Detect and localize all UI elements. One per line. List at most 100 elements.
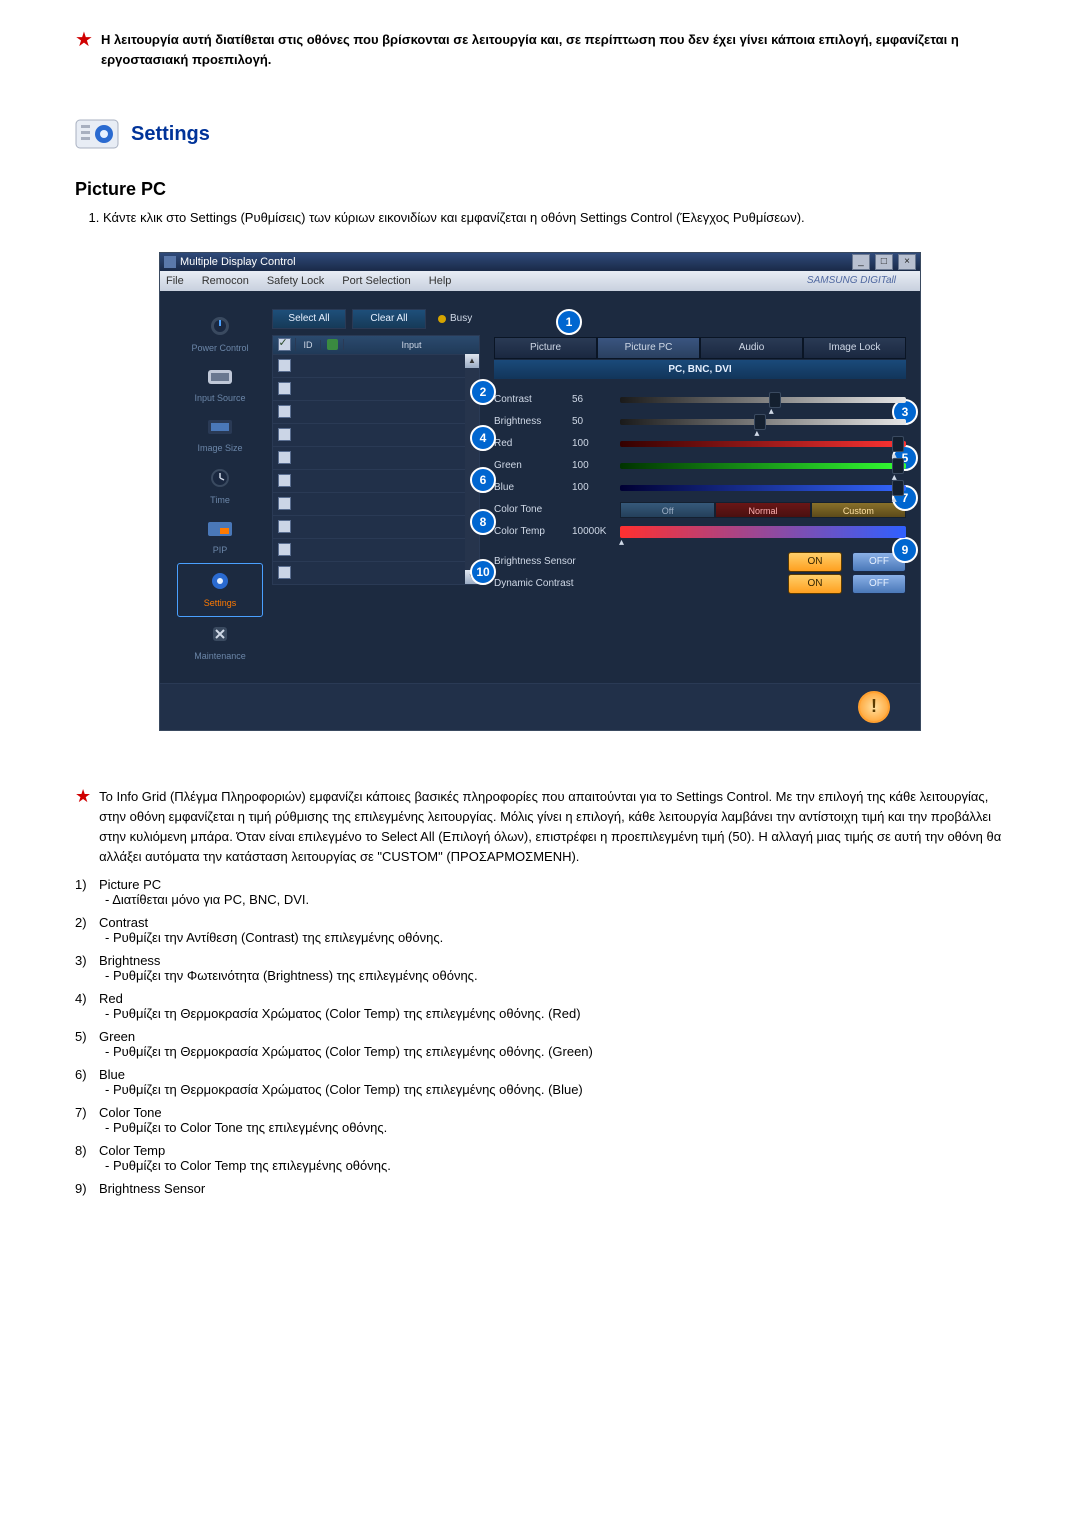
sidebar-item-input-source[interactable]: Input Source (178, 361, 262, 411)
feature-list-item: 1)Picture PC- Διατίθεται μόνο για PC, BN… (75, 877, 1005, 907)
slider-thumb[interactable] (892, 436, 904, 452)
sidebar-item-label: Maintenance (178, 651, 262, 661)
feature-list-item: 7)Color Tone- Ρυθμίζει το Color Tone της… (75, 1105, 1005, 1135)
table-row[interactable] (273, 377, 465, 400)
table-row[interactable] (273, 492, 465, 515)
sliders-group: Contrast 56 Brightness 50 (494, 389, 906, 595)
close-button[interactable]: × (898, 254, 916, 270)
row-checkbox[interactable] (278, 497, 291, 510)
info-icon[interactable]: ! (858, 691, 890, 723)
sidebar-item-label: Time (178, 495, 262, 505)
list-title: Picture PC (99, 877, 161, 892)
sidebar-item-maintenance[interactable]: Maintenance (178, 617, 262, 669)
list-number: 4) (75, 991, 99, 1006)
callout-6: 6 (470, 467, 496, 493)
sidebar-item-pip[interactable]: PIP (178, 513, 262, 563)
row-checkbox[interactable] (278, 451, 291, 464)
brand-label: SAMSUNG DIGITall (807, 275, 896, 286)
slider-red[interactable] (620, 439, 906, 449)
list-number: 9) (75, 1181, 99, 1196)
table-row[interactable] (273, 354, 465, 377)
menu-port-selection[interactable]: Port Selection (342, 275, 410, 287)
scroll-up-button[interactable]: ▲ (465, 354, 479, 368)
tab-audio[interactable]: Audio (700, 337, 803, 359)
list-title: Brightness (99, 953, 160, 968)
feature-list-item: 6)Blue- Ρυθμίζει τη Θερμοκρασία Χρώματος… (75, 1067, 1005, 1097)
sidebar-item-label: PIP (178, 545, 262, 555)
tab-image-lock[interactable]: Image Lock (803, 337, 906, 359)
row-checkbox[interactable] (278, 543, 291, 556)
table-row[interactable] (273, 469, 465, 492)
sidebar-item-image-size[interactable]: Image Size (178, 411, 262, 461)
row-contrast: Contrast 56 (494, 389, 906, 411)
slider-thumb[interactable] (892, 458, 904, 474)
row-brightness-sensor: Brightness Sensor ON OFF (494, 551, 906, 573)
tab-picture[interactable]: Picture (494, 337, 597, 359)
select-all-button[interactable]: Select All (272, 309, 346, 329)
slider-contrast[interactable] (620, 395, 906, 405)
callout-10: 10 (470, 559, 496, 585)
slider-green[interactable] (620, 461, 906, 471)
menu-safety-lock[interactable]: Safety Lock (267, 275, 324, 287)
label-green: Green (494, 460, 572, 471)
menu-file[interactable]: File (166, 275, 184, 287)
sidebar-item-power-control[interactable]: Power Control (178, 309, 262, 361)
list-number: 5) (75, 1029, 99, 1044)
list-number: 6) (75, 1067, 99, 1082)
dynamic-contrast-on[interactable]: ON (788, 574, 842, 594)
grid-header: ID Input (273, 336, 479, 354)
feature-list-item: 8)Color Temp- Ρυθμίζει το Color Temp της… (75, 1143, 1005, 1173)
slider-brightness[interactable] (620, 417, 906, 427)
dynamic-contrast-off[interactable]: OFF (852, 574, 906, 594)
list-desc: - Ρυθμίζει το Color Temp της επιλεγμένης… (105, 1158, 1005, 1173)
label-color-temp: Color Temp (494, 526, 572, 537)
slider-blue[interactable] (620, 483, 906, 493)
clear-all-button[interactable]: Clear All (352, 309, 426, 329)
color-tone-segments[interactable]: Off Normal Custom (620, 502, 906, 518)
row-checkbox[interactable] (278, 566, 291, 579)
info-grid: ID Input ▲ ▼ (272, 335, 480, 585)
row-checkbox[interactable] (278, 382, 291, 395)
busy-label: Busy (450, 313, 472, 324)
table-row[interactable] (273, 446, 465, 469)
row-color-temp: Color Temp 10000K (494, 521, 906, 543)
brightness-sensor-on[interactable]: ON (788, 552, 842, 572)
list-title: Green (99, 1029, 135, 1044)
row-checkbox[interactable] (278, 428, 291, 441)
row-checkbox[interactable] (278, 359, 291, 372)
table-row[interactable] (273, 561, 465, 584)
label-dynamic-contrast: Dynamic Contrast (494, 578, 620, 589)
menubar: File Remocon Safety Lock Port Selection … (160, 271, 920, 291)
busy-dot-icon (438, 315, 446, 323)
slider-thumb[interactable] (769, 392, 781, 408)
menu-help[interactable]: Help (429, 275, 452, 287)
list-number: 2) (75, 915, 99, 930)
row-checkbox[interactable] (278, 520, 291, 533)
sidebar: Power Control Input Source Image Size Ti… (174, 309, 266, 669)
minimize-button[interactable]: _ (852, 254, 870, 270)
table-row[interactable] (273, 515, 465, 538)
slider-thumb[interactable] (754, 414, 766, 430)
list-title: Brightness Sensor (99, 1181, 205, 1196)
row-checkbox[interactable] (278, 405, 291, 418)
tab-picture-pc[interactable]: Picture PC (597, 337, 700, 359)
sidebar-item-settings[interactable]: Settings (177, 563, 263, 617)
remote-status-icon (327, 339, 338, 350)
sidebar-item-time[interactable]: Time (178, 461, 262, 513)
list-desc: - Διατίθεται μόνο για PC, BNC, DVI. (105, 892, 1005, 907)
settings-tabs: Picture Picture PC Audio Image Lock (494, 337, 906, 359)
settings-heading: Settings (131, 123, 210, 146)
app-screenshot-wrap: Multiple Display Control _ □ × File Remo… (75, 252, 1005, 731)
tone-off[interactable]: Off (620, 502, 715, 518)
header-checkbox[interactable] (278, 338, 291, 351)
slider-thumb[interactable] (892, 480, 904, 496)
tone-normal[interactable]: Normal (715, 502, 810, 518)
row-checkbox[interactable] (278, 474, 291, 487)
slider-color-temp[interactable] (620, 526, 906, 538)
table-row[interactable] (273, 538, 465, 561)
label-color-tone: Color Tone (494, 504, 572, 515)
table-row[interactable] (273, 400, 465, 423)
menu-remocon[interactable]: Remocon (202, 275, 249, 287)
maximize-button[interactable]: □ (875, 254, 893, 270)
table-row[interactable] (273, 423, 465, 446)
